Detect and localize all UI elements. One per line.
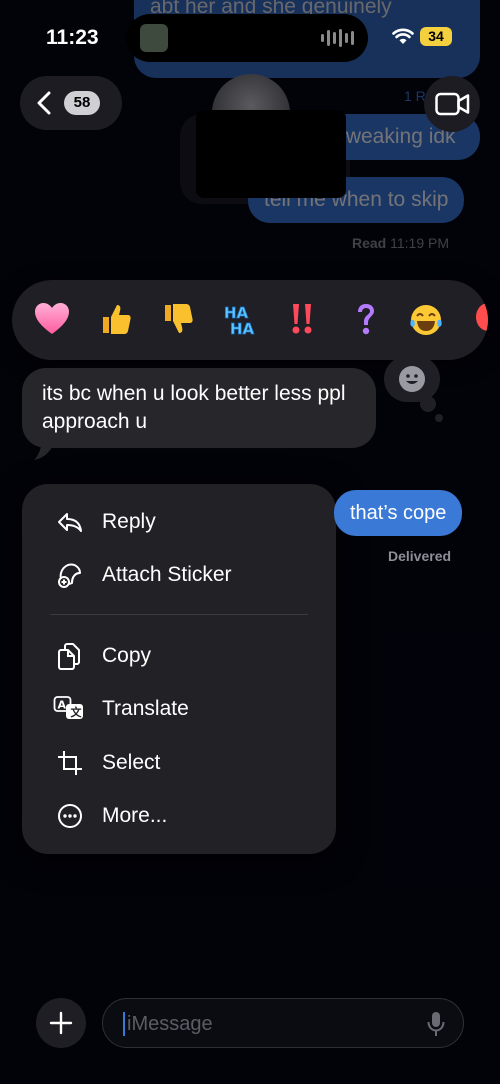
thumbs-up-icon [103, 305, 131, 334]
heart-icon [35, 303, 69, 334]
status-time: 11:23 [46, 26, 99, 49]
haha-reaction[interactable]: HA HA [220, 302, 260, 339]
select-icon [58, 751, 82, 775]
menu-item-reply[interactable]: Reply [22, 498, 336, 544]
selected-message-text: its bc when u look better less ppl appro… [42, 382, 346, 433]
redacted-contact-name [196, 110, 346, 198]
sticker-button-tail [420, 396, 436, 412]
haha-icon: HA HA [224, 304, 255, 339]
more-icon [58, 804, 82, 828]
message-input-placeholder: iMessage [127, 1013, 213, 1035]
delivery-status: Delivered [388, 548, 452, 564]
svg-text:文: 文 [71, 705, 83, 719]
svg-text:HA: HA [230, 320, 255, 338]
wifi-icon [392, 28, 414, 44]
menu-item-translate[interactable]: A 文 Translate [22, 685, 336, 731]
more-reactions[interactable] [468, 302, 488, 338]
reply-icon [58, 513, 82, 532]
menu-item-select[interactable]: Select [22, 739, 336, 785]
sticker-button-tail-small [435, 414, 443, 422]
translate-icon: A 文 [53, 696, 83, 719]
selected-message-bubble[interactable]: its bc when u look better less ppl appro… [22, 368, 376, 448]
dynamic-island[interactable] [126, 14, 368, 62]
menu-item-select-label: Select [102, 751, 161, 774]
menu-item-attach-sticker[interactable]: Attach Sticker [22, 551, 336, 597]
sticker-icon [58, 563, 81, 588]
menu-item-more[interactable]: More... [22, 792, 336, 838]
laughing-tears-icon [410, 305, 442, 335]
thumbs-up-reaction[interactable] [96, 302, 136, 338]
svg-text:A: A [58, 699, 67, 712]
read-receipt: Read 11:19 PM [352, 235, 449, 251]
add-sticker-button[interactable] [384, 356, 440, 402]
now-playing-artwork [140, 24, 168, 52]
facetime-video-button[interactable] [424, 76, 480, 132]
video-camera-icon [435, 92, 470, 116]
menu-item-more-label: More... [102, 804, 168, 827]
unread-count-badge: 58 [64, 91, 100, 115]
message-input[interactable]: iMessage [102, 998, 464, 1048]
balloon-icon [476, 303, 488, 331]
chevron-left-icon [37, 91, 51, 115]
microphone-icon[interactable] [427, 1011, 445, 1037]
audio-waveform-icon [321, 29, 354, 47]
text-cursor [123, 1012, 125, 1036]
heart-reaction[interactable] [32, 302, 72, 338]
menu-item-attach-sticker-label: Attach Sticker [102, 563, 232, 586]
sent-message-text: that’s cope [350, 502, 447, 524]
question-mark-icon [358, 304, 374, 335]
sent-message-bubble[interactable]: that’s cope [334, 490, 463, 536]
context-menu: Reply Attach Sticker Copy A 文 Translate [22, 484, 336, 854]
copy-icon [58, 643, 80, 670]
menu-divider [50, 614, 308, 615]
background-read-partial: 1 R [404, 88, 426, 104]
thumbs-down-icon [165, 304, 193, 333]
emphasize-reaction[interactable] [282, 302, 322, 338]
tapback-reaction-bar: HA HA [12, 280, 488, 360]
menu-item-translate-label: Translate [102, 697, 189, 720]
status-bar: 11:23 34 [0, 0, 500, 70]
battery-indicator: 34 [420, 27, 452, 46]
read-label: Read [352, 235, 387, 251]
menu-item-copy-label: Copy [102, 644, 152, 667]
add-attachment-button[interactable] [36, 998, 86, 1048]
plus-icon [49, 1011, 73, 1035]
question-reaction[interactable] [346, 302, 386, 338]
menu-item-copy[interactable]: Copy [22, 632, 336, 678]
smiley-face-icon [399, 366, 425, 392]
double-exclamation-icon [292, 304, 312, 334]
back-button[interactable]: 58 [20, 76, 122, 130]
thumbs-down-reaction[interactable] [158, 302, 198, 338]
laughing-emoji-reaction[interactable] [406, 302, 446, 338]
read-time: 11:19 PM [390, 235, 450, 251]
menu-item-reply-label: Reply [102, 510, 156, 533]
